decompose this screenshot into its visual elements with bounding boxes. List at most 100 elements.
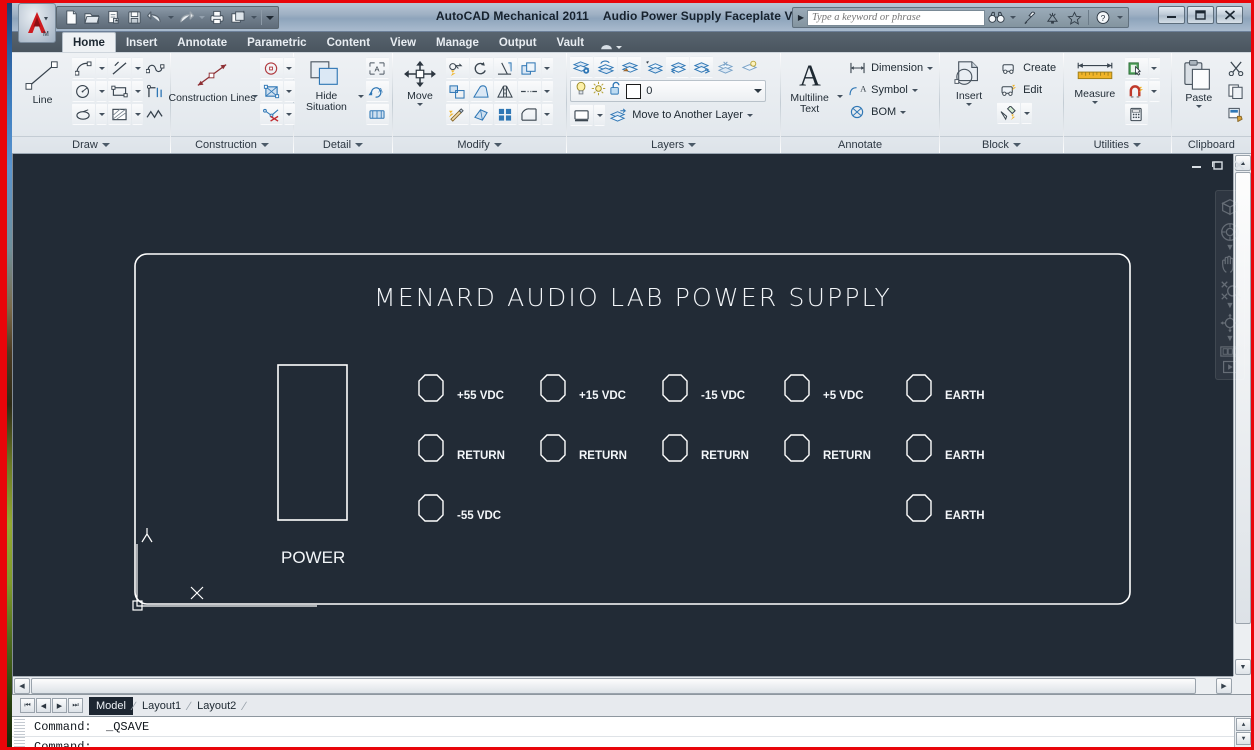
- navigation-bar[interactable]: ▼ ▼ ▼: [1215, 190, 1245, 380]
- layer-color-swatch[interactable]: [626, 84, 641, 99]
- tab-parametric[interactable]: Parametric: [237, 33, 316, 52]
- copy-icon[interactable]: [518, 57, 541, 79]
- layout-tab-layout2[interactable]: Layout2: [190, 697, 243, 715]
- command-scroll-up-button[interactable]: ▲: [1236, 718, 1251, 731]
- match-properties-icon[interactable]: [1225, 103, 1248, 125]
- hide-situation-dropdown-arrow[interactable]: [358, 95, 364, 98]
- create-block-button[interactable]: Create: [997, 57, 1059, 79]
- detail-view-icon[interactable]: [366, 103, 389, 125]
- paste-button[interactable]: Paste: [1175, 57, 1223, 108]
- circle-icon[interactable]: [72, 80, 95, 102]
- construction-rectangle-icon[interactable]: [260, 80, 283, 102]
- multiline-text-dropdown-arrow[interactable]: [837, 95, 843, 98]
- infocenter[interactable]: ▶ ?: [792, 7, 1129, 28]
- tab-vault[interactable]: Vault: [547, 33, 594, 52]
- panel-expand-caret[interactable]: [1133, 143, 1141, 147]
- doc-close-button[interactable]: [1233, 160, 1245, 173]
- steering-wheel-icon[interactable]: [1219, 220, 1241, 244]
- tab-home[interactable]: Home: [62, 32, 116, 52]
- object-snap-dropdown-arrow[interactable]: [1149, 80, 1160, 102]
- ellipse-dropdown-arrow[interactable]: [96, 103, 107, 125]
- trim-icon[interactable]: [494, 57, 517, 79]
- maximize-button[interactable]: [1187, 6, 1214, 24]
- construction-line-dropdown-arrow[interactable]: [132, 57, 143, 79]
- search-dropdown-arrow[interactable]: [1007, 16, 1019, 19]
- mirror-icon[interactable]: [494, 80, 517, 102]
- spline-icon[interactable]: [144, 57, 167, 79]
- application-menu-button[interactable]: M: [18, 3, 56, 43]
- rotate-icon[interactable]: [470, 57, 493, 79]
- first-tab-icon[interactable]: ⏮: [20, 698, 35, 713]
- layer-previous-icon[interactable]: [594, 56, 617, 78]
- horizontal-scroll-thumb[interactable]: [31, 678, 1196, 694]
- tab-content[interactable]: Content: [317, 33, 380, 52]
- drawing-area[interactable]: ▼ ▼ ▼: [12, 154, 1251, 694]
- layer-states-dropdown-arrow[interactable]: [594, 104, 605, 126]
- fillet-icon[interactable]: [470, 80, 493, 102]
- orbit-dropdown-arrow[interactable]: ▼: [1226, 336, 1235, 343]
- dimension-button[interactable]: Dimension: [845, 57, 936, 79]
- scroll-right-button[interactable]: ▶: [1216, 678, 1232, 694]
- layer-walk-icon[interactable]: [738, 56, 761, 78]
- layer-on-icon[interactable]: [690, 56, 713, 78]
- construction-dropdown-arrow[interactable]: [252, 95, 258, 98]
- ribbon-tab-bar[interactable]: Home Insert Annotate Parametric Content …: [12, 32, 1251, 53]
- multiline-text-button[interactable]: A Multiline Text: [784, 57, 835, 115]
- sun-icon[interactable]: [591, 81, 606, 101]
- layer-properties-icon[interactable]: [570, 56, 593, 78]
- construction-line-icon[interactable]: [108, 57, 131, 79]
- construction-circle-icon[interactable]: [260, 57, 283, 79]
- edit-block-button[interactable]: Edit: [997, 79, 1059, 101]
- power-edit-icon[interactable]: [446, 103, 469, 125]
- search-input[interactable]: [807, 10, 985, 26]
- arc-dropdown-arrow[interactable]: [96, 57, 107, 79]
- close-button[interactable]: [1216, 6, 1243, 24]
- command-prompt-line[interactable]: Command:: [12, 737, 1251, 747]
- tab-view[interactable]: View: [380, 33, 426, 52]
- doc-restore-button[interactable]: [1212, 160, 1224, 173]
- window-controls[interactable]: [1158, 6, 1243, 24]
- layer-control[interactable]: 0: [570, 80, 766, 102]
- polyline-edit-icon[interactable]: [144, 80, 167, 102]
- revision-cloud-icon[interactable]: [144, 103, 167, 125]
- copy-clip-icon[interactable]: [1225, 80, 1248, 102]
- layer-off-icon[interactable]: [666, 56, 689, 78]
- calculator-icon[interactable]: [1125, 103, 1148, 125]
- next-tab-icon[interactable]: ▶: [52, 698, 67, 713]
- canvas-horizontal-scrollbar[interactable]: ◀ ▶: [13, 676, 1233, 694]
- help-icon[interactable]: ?: [1092, 8, 1114, 27]
- layout-nav-buttons[interactable]: ⏮ ◀ ▶ ⏭: [20, 698, 83, 713]
- break-dropdown-arrow[interactable]: [542, 80, 553, 102]
- panel-expand-caret[interactable]: [1013, 143, 1021, 147]
- layout-tab-model[interactable]: Model: [89, 697, 133, 715]
- block-panel-label[interactable]: Block: [940, 136, 1063, 153]
- panel-expand-caret[interactable]: [261, 143, 269, 147]
- cut-icon[interactable]: [1225, 57, 1248, 79]
- delete-construction-icon[interactable]: [260, 103, 283, 125]
- show-motion-icon[interactable]: [1219, 359, 1241, 375]
- drawing-canvas[interactable]: MENARD AUDIO LAB POWER SUPPLY POWER +55 …: [13, 154, 1233, 676]
- move-button[interactable]: Move: [396, 57, 444, 106]
- hatch-dropdown-arrow[interactable]: [132, 103, 143, 125]
- construction-lines-button[interactable]: Construction Lines: [174, 57, 250, 104]
- chamfer-icon[interactable]: [518, 103, 541, 125]
- detail-panel-label[interactable]: Detail: [294, 136, 392, 153]
- command-scroll-down-button[interactable]: ▼: [1236, 732, 1251, 745]
- command-line-scrollbar[interactable]: ▲ ▼: [1234, 717, 1251, 747]
- ellipse-icon[interactable]: [72, 103, 95, 125]
- insert-block-button[interactable]: Insert: [943, 57, 995, 106]
- command-line[interactable]: Command: _QSAVE Command: ▲ ▼: [12, 716, 1251, 747]
- rectangle-dropdown-arrow[interactable]: [132, 80, 143, 102]
- symbol-button[interactable]: A Symbol: [845, 79, 936, 101]
- panel-expand-caret[interactable]: [494, 143, 502, 147]
- scale-icon[interactable]: [446, 80, 469, 102]
- panel-expand-caret[interactable]: [355, 143, 363, 147]
- draw-panel-label[interactable]: Draw: [12, 136, 170, 153]
- bom-button[interactable]: BOM: [845, 101, 936, 123]
- steering-wheel-dropdown-arrow[interactable]: ▼: [1226, 245, 1235, 252]
- prev-tab-icon[interactable]: ◀: [36, 698, 51, 713]
- hatch-icon[interactable]: [108, 103, 131, 125]
- edit-attribute-dropdown-arrow[interactable]: [1021, 102, 1032, 124]
- layer-freeze-icon[interactable]: [714, 56, 737, 78]
- utilities-panel-label[interactable]: Utilities: [1064, 136, 1171, 153]
